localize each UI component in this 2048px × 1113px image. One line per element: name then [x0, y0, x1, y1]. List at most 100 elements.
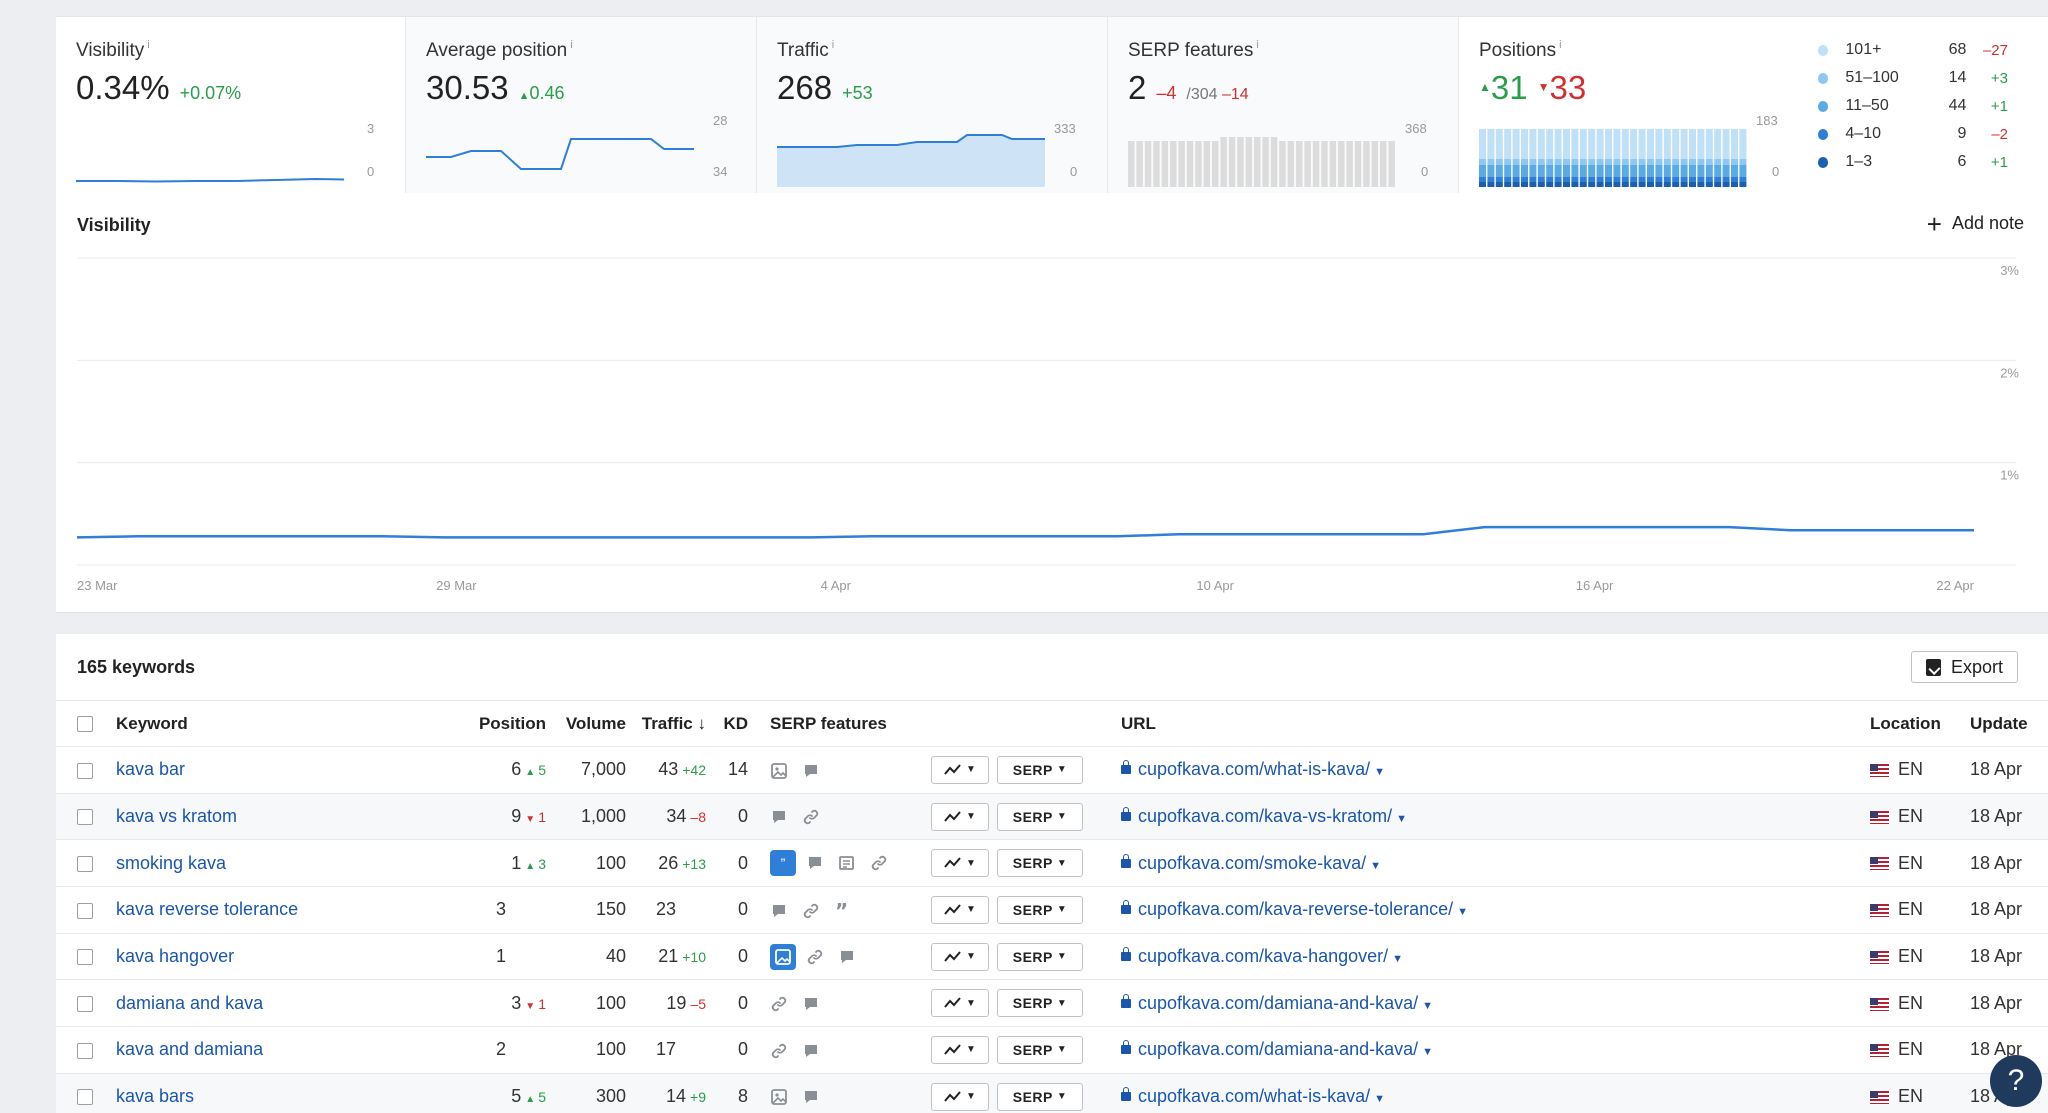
trend-dropdown-button[interactable]: ▼ — [931, 989, 989, 1018]
row-checkbox[interactable] — [77, 855, 93, 872]
comment-icon[interactable] — [802, 1042, 820, 1060]
caret-down-icon[interactable]: ▼ — [1422, 1000, 1433, 1012]
image-icon-active[interactable] — [770, 943, 796, 970]
col-location[interactable]: Location — [1870, 700, 1970, 747]
serp-button[interactable]: SERP ▼ — [997, 1082, 1083, 1111]
table-row[interactable]: kava hangover 1 40 21 +10 0 ▼ SERP ▼ cupofkava.co… — [56, 933, 2048, 981]
metric-traffic[interactable]: Traffic i 268 +53 333 0 — [757, 17, 1108, 194]
trend-dropdown-button[interactable]: ▼ — [931, 1082, 989, 1111]
caret-down-icon[interactable]: ▼ — [1374, 766, 1385, 778]
help-button[interactable]: ? — [1990, 1055, 2042, 1107]
link-icon[interactable] — [802, 808, 820, 826]
keyword-link[interactable]: kava hangover — [116, 946, 234, 966]
comment-icon[interactable] — [802, 1088, 820, 1106]
col-volume[interactable]: Volume — [546, 700, 626, 747]
url-link[interactable]: cupofkava.com/what-is-kava/ — [1138, 759, 1370, 779]
keyword-link[interactable]: damiana and kava — [116, 993, 263, 1013]
trend-dropdown-button[interactable]: ▼ — [931, 802, 989, 831]
info-icon[interactable]: i — [1559, 39, 1561, 51]
serp-button[interactable]: SERP ▼ — [997, 989, 1083, 1018]
col-serp-features[interactable]: SERP features — [756, 700, 931, 747]
quote-icon[interactable]: ” — [834, 902, 852, 920]
trend-dropdown-button[interactable]: ▼ — [931, 849, 989, 878]
info-icon[interactable]: i — [570, 39, 572, 51]
info-icon[interactable]: i — [1256, 39, 1258, 51]
col-url[interactable]: URL — [1121, 700, 1870, 747]
caret-down-icon[interactable]: ▼ — [1457, 906, 1468, 918]
url-link[interactable]: cupofkava.com/kava-reverse-tolerance/ — [1138, 899, 1453, 919]
row-checkbox[interactable] — [77, 809, 93, 826]
serp-button[interactable]: SERP ▼ — [997, 1035, 1083, 1064]
export-button[interactable]: Export — [1910, 651, 2018, 683]
link-icon[interactable] — [770, 995, 788, 1013]
trend-dropdown-button[interactable]: ▼ — [931, 895, 989, 924]
comment-icon[interactable] — [770, 808, 788, 826]
select-all-checkbox[interactable] — [77, 716, 93, 733]
table-row[interactable]: kava vs kratom 9 ▼ 1 1,000 34 –8 0 ▼ SERP ▼ cupofka… — [56, 793, 2048, 841]
keyword-link[interactable]: kava bars — [116, 1086, 194, 1106]
col-keyword[interactable]: Keyword — [116, 700, 411, 747]
col-position[interactable]: Position — [411, 700, 546, 747]
trend-dropdown-button[interactable]: ▼ — [931, 1035, 989, 1064]
row-checkbox[interactable] — [77, 996, 93, 1013]
link-icon[interactable] — [806, 948, 824, 966]
table-row[interactable]: kava reverse tolerance 3 150 23 0” ▼ SERP ▼ cupo… — [56, 886, 2048, 934]
caret-down-icon[interactable]: ▼ — [1396, 813, 1407, 825]
metric-visibility[interactable]: Visibility i 0.34% +0.07% 3 0 — [56, 17, 406, 194]
caret-down-icon[interactable]: ▼ — [1392, 953, 1403, 965]
keyword-link[interactable]: smoking kava — [116, 853, 226, 873]
legend-row[interactable]: 101+ 68 –27 — [1818, 36, 2008, 64]
link-icon[interactable] — [870, 854, 888, 872]
caret-down-icon[interactable]: ▼ — [1422, 1046, 1433, 1058]
comment-icon[interactable] — [838, 948, 856, 966]
table-row[interactable]: kava bar 6 ▲ 5 7,000 43 +42 14 ▼ SERP ▼ cupofkava.c… — [56, 746, 2048, 794]
row-checkbox[interactable] — [77, 1042, 93, 1059]
trend-dropdown-button[interactable]: ▼ — [931, 755, 989, 784]
serp-button[interactable]: SERP ▼ — [997, 849, 1083, 878]
legend-row[interactable]: 11–50 44 +1 — [1818, 92, 2008, 120]
table-row[interactable]: kava bars 5 ▲ 5 300 14 +9 8 ▼ SERP ▼ cupofkava.com/… — [56, 1073, 2048, 1113]
keyword-link[interactable]: kava bar — [116, 759, 185, 779]
serp-button[interactable]: SERP ▼ — [997, 895, 1083, 924]
url-link[interactable]: cupofkava.com/damiana-and-kava/ — [1138, 1039, 1418, 1059]
serp-button[interactable]: SERP ▼ — [997, 755, 1083, 784]
image-icon[interactable] — [770, 1088, 788, 1106]
trend-dropdown-button[interactable]: ▼ — [931, 942, 989, 971]
url-link[interactable]: cupofkava.com/what-is-kava/ — [1138, 1086, 1370, 1106]
comment-icon[interactable] — [802, 762, 820, 780]
info-icon[interactable]: i — [147, 39, 149, 51]
row-checkbox[interactable] — [77, 949, 93, 966]
info-icon[interactable]: i — [832, 39, 834, 51]
url-link[interactable]: cupofkava.com/smoke-kava/ — [1138, 853, 1366, 873]
comment-icon[interactable] — [770, 902, 788, 920]
legend-row[interactable]: 4–10 9 –2 — [1818, 120, 2008, 148]
url-link[interactable]: cupofkava.com/kava-vs-kratom/ — [1138, 806, 1392, 826]
table-row[interactable]: kava and damiana 2 100 17 0 ▼ SERP ▼ cupofkava.c… — [56, 1026, 2048, 1074]
row-checkbox[interactable] — [77, 762, 93, 779]
row-checkbox[interactable] — [77, 902, 93, 919]
caret-down-icon[interactable]: ▼ — [1370, 860, 1381, 872]
keyword-link[interactable]: kava vs kratom — [116, 806, 237, 826]
comment-icon[interactable] — [802, 995, 820, 1013]
metric-serp-features[interactable]: SERP features i 2 –4/304 –14 368 0 — [1108, 17, 1459, 194]
url-link[interactable]: cupofkava.com/damiana-and-kava/ — [1138, 993, 1418, 1013]
row-checkbox[interactable] — [77, 1089, 93, 1106]
col-update[interactable]: Update — [1970, 700, 2048, 747]
legend-row[interactable]: 51–100 14 +3 — [1818, 64, 2008, 92]
table-row[interactable]: smoking kava 1 ▲ 3 100 26 +13 0” ▼ SERP ▼ cupofkava… — [56, 839, 2048, 888]
url-link[interactable]: cupofkava.com/kava-hangover/ — [1138, 946, 1388, 966]
table-row[interactable]: damiana and kava 3 ▼ 1 100 19 –5 0 ▼ SERP ▼ cupofka… — [56, 979, 2048, 1028]
serp-button[interactable]: SERP ▼ — [997, 942, 1083, 971]
metric-average-position[interactable]: Average position i 30.53 ▲0.46 28 34 — [406, 17, 757, 194]
quote-icon-active[interactable]: ” — [770, 850, 796, 877]
legend-row[interactable]: 1–3 6 +1 — [1818, 148, 2008, 176]
caret-down-icon[interactable]: ▼ — [1374, 1093, 1385, 1105]
comment-icon[interactable] — [806, 854, 824, 872]
col-traffic[interactable]: Traffic ↓ — [626, 700, 706, 747]
serp-button[interactable]: SERP ▼ — [997, 802, 1083, 831]
image-icon[interactable] — [770, 762, 788, 780]
col-kd[interactable]: KD — [706, 700, 756, 747]
news-icon[interactable] — [838, 854, 856, 872]
keyword-link[interactable]: kava reverse tolerance — [116, 899, 298, 919]
link-icon[interactable] — [770, 1042, 788, 1060]
